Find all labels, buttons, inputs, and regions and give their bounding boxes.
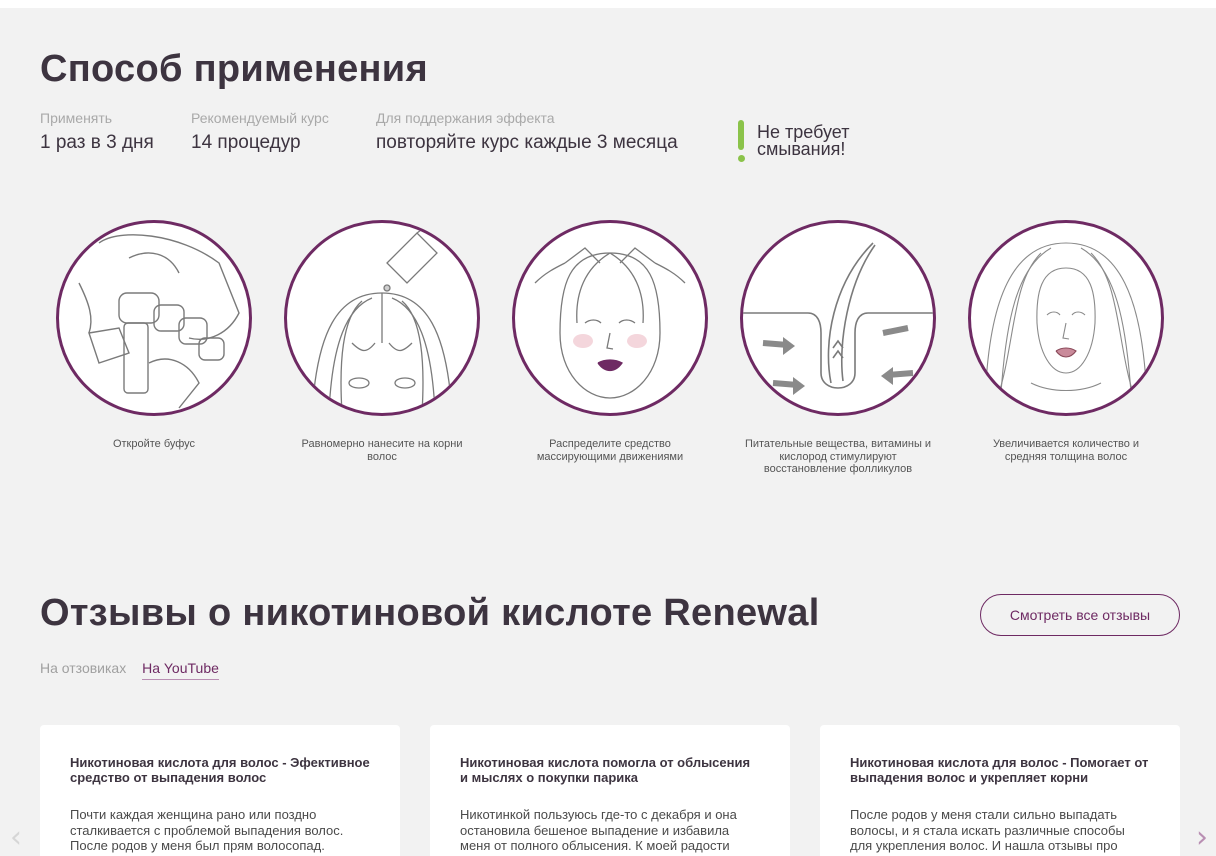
- step-caption: Откройте буфус: [112, 438, 196, 450]
- spec-label: Рекомендуемый курс: [191, 110, 329, 126]
- review-title: Никотиновая кислота для волос - Помогает…: [850, 755, 1149, 785]
- spec-label: Применять: [40, 110, 113, 126]
- step-3: Распределите средство массирующими движе…: [510, 220, 710, 463]
- review-text: Никотинкой пользуюсь где-то с декабря и …: [460, 807, 737, 853]
- spec-value: 14 процедур: [191, 132, 301, 153]
- step-caption: Увеличивается количество и средняя толщи…: [992, 438, 1140, 463]
- review-card[interactable]: Никотиновая кислота для волос - Помогает…: [820, 725, 1180, 856]
- step-5: Увеличивается количество и средняя толщи…: [966, 220, 1166, 463]
- scalp-massage-icon: [512, 220, 708, 416]
- spec-course: Рекомендуемый курс 14 процедур: [191, 110, 329, 154]
- spec-value: 1 раз в 3 дня: [40, 132, 154, 153]
- review-text: После родов у меня стали сильно выпадать…: [850, 807, 1125, 853]
- all-reviews-button[interactable]: Смотреть все отзывы: [980, 594, 1180, 636]
- voluminous-hair-icon: [968, 220, 1164, 416]
- step-caption: Питательные вещества, витамины и кислоро…: [744, 438, 932, 475]
- hair-follicle-icon: [740, 220, 936, 416]
- exclamation-icon: [736, 120, 746, 164]
- review-card[interactable]: Никотиновая кислота для волос - Эфективн…: [40, 725, 400, 856]
- step-caption: Равномерно нанесите на корни волос: [301, 438, 463, 463]
- spec-frequency: Применять 1 раз в 3 дня: [40, 110, 154, 154]
- ampoule-hands-icon: [56, 220, 252, 416]
- step-1: Откройте буфус: [54, 220, 254, 451]
- carousel-prev-icon[interactable]: ‹: [6, 820, 26, 856]
- review-title: Никотиновая кислота помогла от облысения…: [460, 755, 751, 785]
- review-title: Никотиновая кислота для волос - Эфективн…: [70, 755, 370, 785]
- spec-value: повторяйте курс каждые 3 месяца: [376, 132, 678, 153]
- no-wash-note: Не требует смывания!: [757, 122, 850, 159]
- step-4: Питательные вещества, витамины и кислоро…: [738, 220, 938, 476]
- spec-maintenance: Для поддержания эффекта повторяйте курс …: [376, 110, 678, 154]
- spec-label: Для поддержания эффекта: [376, 110, 555, 126]
- step-2: Равномерно нанесите на корни волос: [282, 220, 482, 463]
- review-text: Почти каждая женщина рано или поздно ста…: [70, 807, 344, 853]
- tab-youtube[interactable]: На YouTube: [142, 660, 219, 680]
- apply-roots-icon: [284, 220, 480, 416]
- carousel-next-icon[interactable]: ›: [1192, 820, 1212, 856]
- review-card[interactable]: Никотиновая кислота помогла от облысения…: [430, 725, 790, 856]
- reviews-tabs: На отзовиках На YouTube: [40, 660, 231, 680]
- step-caption: Распределите средство массирующими движе…: [536, 438, 684, 463]
- usage-title: Способ применения: [40, 48, 428, 90]
- tab-review-sites[interactable]: На отзовиках: [40, 660, 126, 679]
- top-bar: [0, 0, 1216, 8]
- reviews-title: Отзывы о никотиновой кислоте Renewal: [40, 592, 820, 634]
